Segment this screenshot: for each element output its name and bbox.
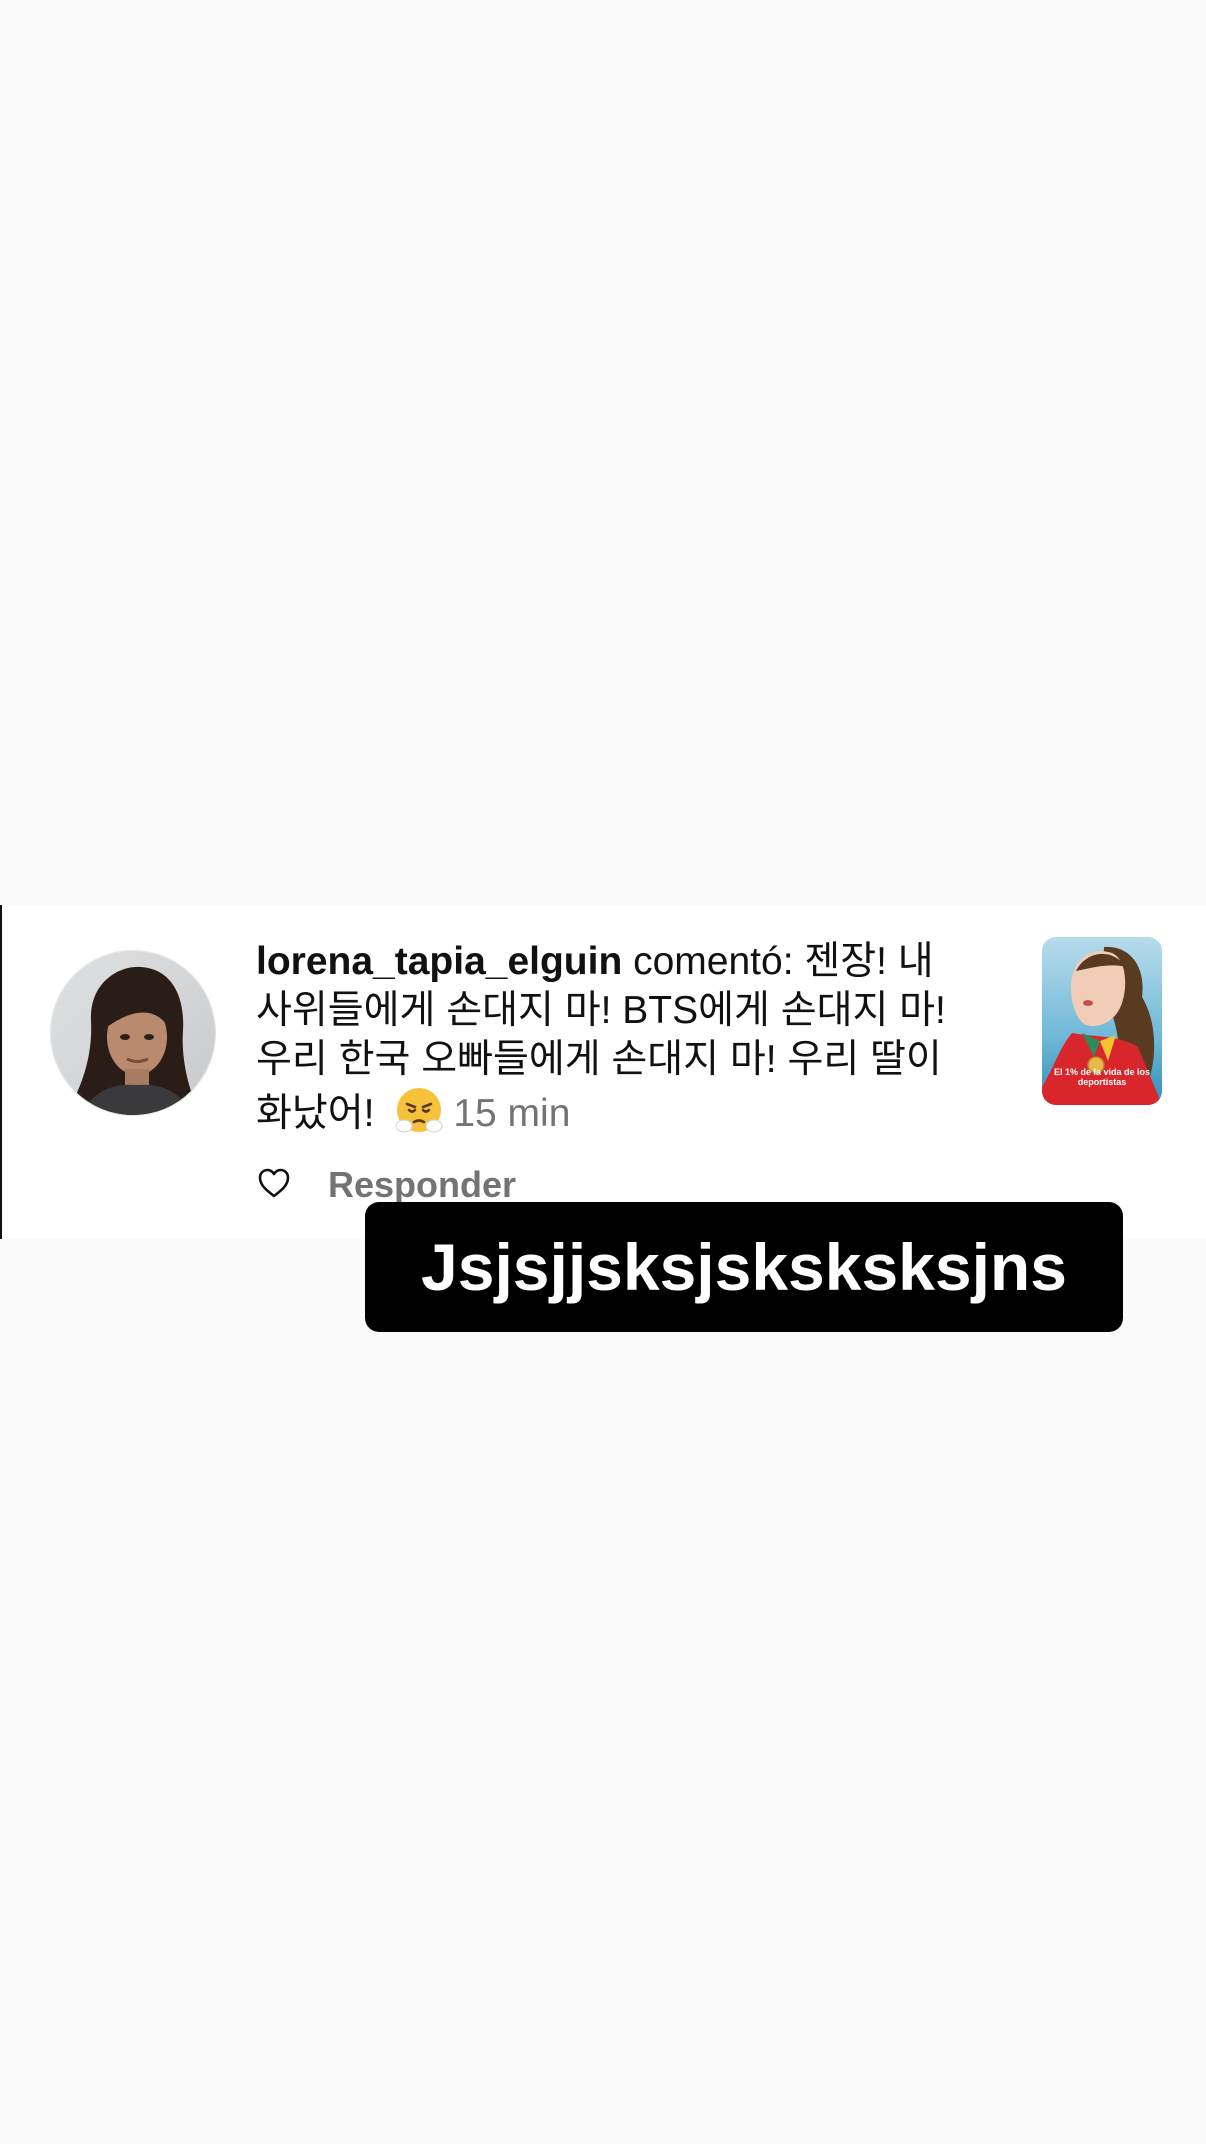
avatar[interactable] xyxy=(50,950,216,1116)
avatar-photo xyxy=(51,951,215,1115)
comment-text: lorena_tapia_elguin comentó: 젠장! 내 사위들에게… xyxy=(256,937,1016,1138)
username[interactable]: lorena_tapia_elguin xyxy=(256,940,622,983)
thumbnail-caption: El 1% de la vida de los deportistas xyxy=(1053,1067,1151,1087)
comment-notification-card[interactable]: lorena_tapia_elguin comentó: 젠장! 내 사위들에게… xyxy=(0,905,1206,1239)
reply-button[interactable]: Responder xyxy=(328,1163,516,1207)
action-text: comentó: xyxy=(622,940,805,983)
face-with-steam-from-nose-icon xyxy=(393,1084,445,1136)
timestamp: 15 min xyxy=(453,1092,571,1135)
story-canvas: lorena_tapia_elguin comentó: 젠장! 내 사위들에게… xyxy=(0,0,1206,2144)
story-text-sticker[interactable]: Jsjsjjsksjsksksksjns xyxy=(365,1202,1123,1332)
post-thumbnail[interactable]: El 1% de la vida de los deportistas xyxy=(1042,937,1162,1105)
heart-outline-icon[interactable] xyxy=(256,1165,292,1201)
